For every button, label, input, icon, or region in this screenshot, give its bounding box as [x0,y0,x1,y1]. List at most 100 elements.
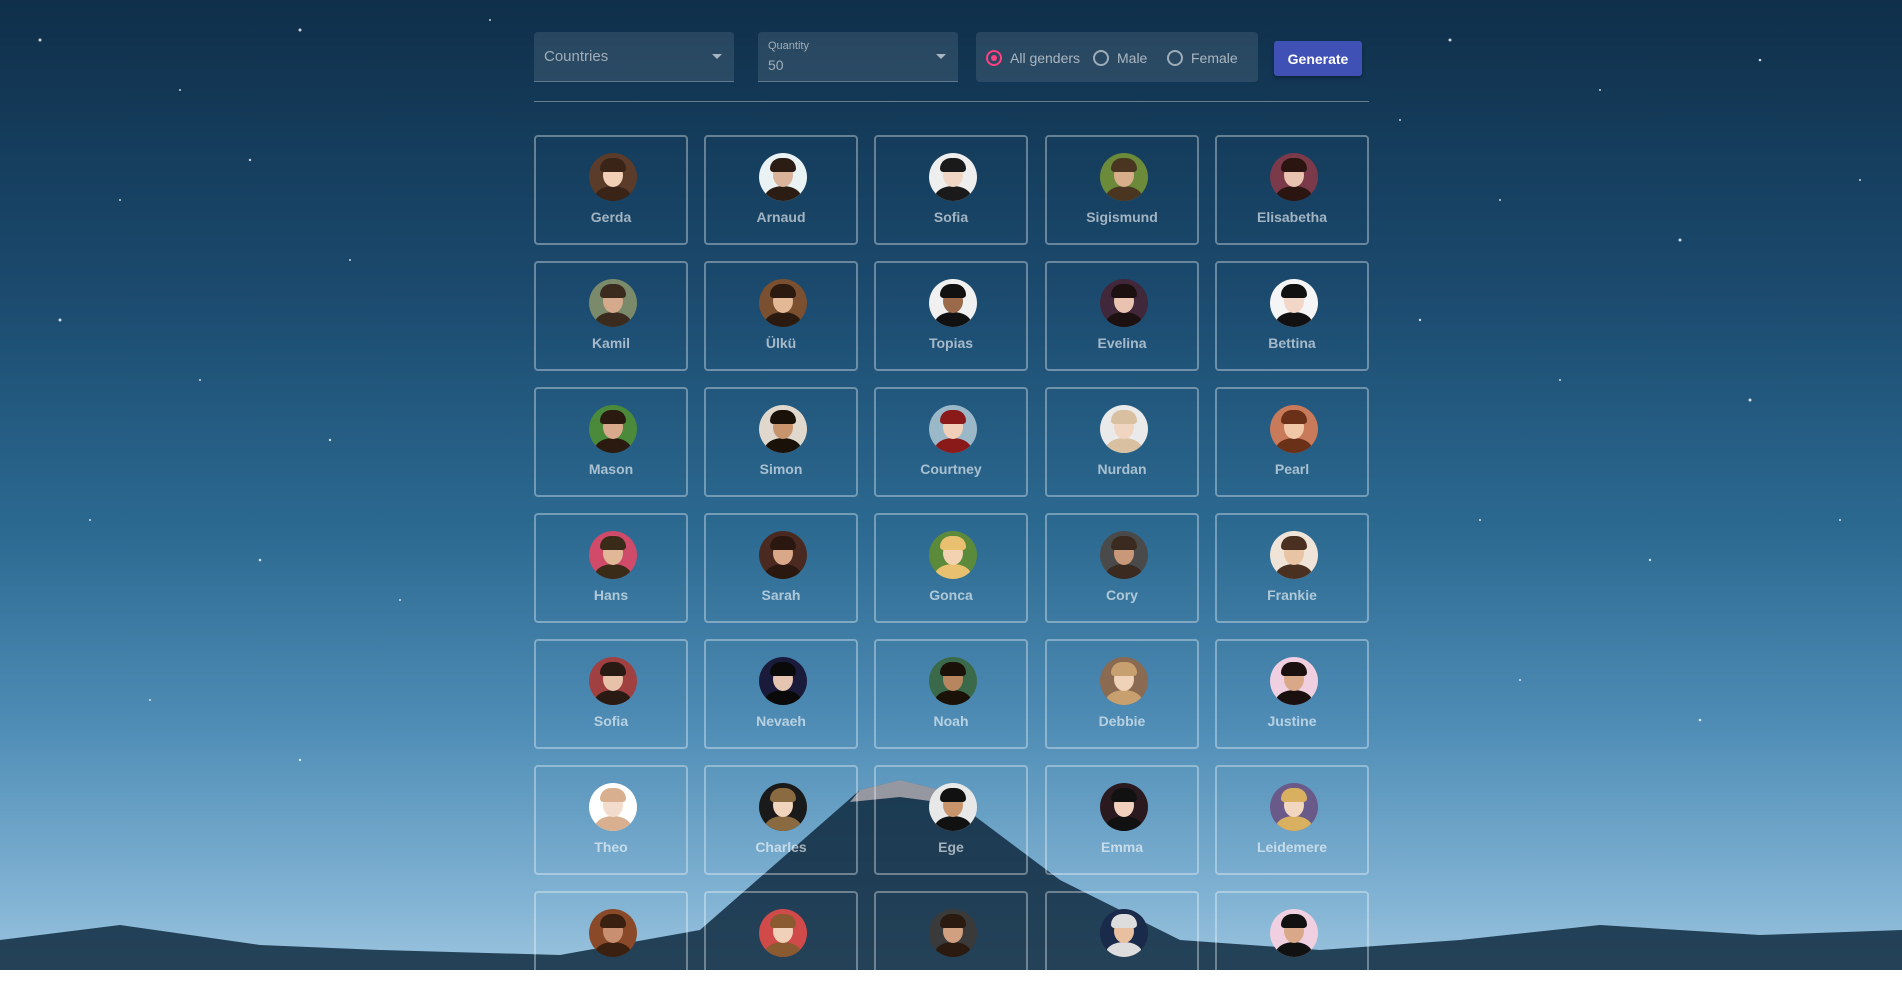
user-name: Leidemere [1256,839,1328,855]
user-name: Pearl [1274,461,1310,477]
avatar [589,783,637,831]
user-card[interactable]: Sofia [534,639,688,749]
radio-unchecked-icon [1167,50,1183,66]
avatar [759,909,807,957]
user-card[interactable]: Simon [704,387,858,497]
user-name: Ege [938,839,964,855]
avatar [589,153,637,201]
avatar [1270,153,1318,201]
user-card[interactable] [534,891,688,1001]
radio-checked-icon [986,50,1002,66]
avatar [1100,531,1148,579]
user-name: Simon [759,461,803,477]
user-name: Justine [1267,713,1317,729]
chevron-down-icon [936,54,946,59]
user-card[interactable]: Kamil [534,261,688,371]
user-name: Courtney [920,461,982,477]
avatar [589,531,637,579]
user-card[interactable]: Leidemere [1215,765,1369,875]
gender-radio-group: All genders Male Female [976,32,1258,82]
user-card[interactable]: Hans [534,513,688,623]
user-card[interactable]: Nurdan [1045,387,1199,497]
user-name: Arnaud [756,209,806,225]
user-name: Mason [588,461,634,477]
radio-unchecked-icon [1093,50,1109,66]
user-card[interactable]: Nevaeh [704,639,858,749]
avatar [1100,783,1148,831]
quantity-select[interactable]: Quantity 50 [758,32,958,82]
avatar [759,153,807,201]
user-card[interactable]: Gonca [874,513,1028,623]
avatar [1100,909,1148,957]
user-name: Sofia [593,713,629,729]
user-name: Cory [1106,587,1138,603]
user-card[interactable]: Debbie [1045,639,1199,749]
avatar [589,279,637,327]
user-name: Sigismund [1086,209,1158,225]
avatar [759,783,807,831]
avatar [929,153,977,201]
user-card[interactable]: Theo [534,765,688,875]
user-card[interactable]: Sofia [874,135,1028,245]
user-card[interactable]: Pearl [1215,387,1369,497]
user-card[interactable]: Arnaud [704,135,858,245]
countries-placeholder: Countries [544,48,609,65]
user-card[interactable]: Elisabetha [1215,135,1369,245]
avatar [759,657,807,705]
countries-select[interactable]: Countries [534,32,734,82]
user-name: Emma [1100,839,1144,855]
user-card[interactable]: Sigismund [1045,135,1199,245]
radio-label: Female [1191,50,1238,66]
user-card[interactable] [1215,891,1369,1001]
user-name: Theo [594,839,628,855]
user-card[interactable]: Charles [704,765,858,875]
user-card[interactable]: Gerda [534,135,688,245]
user-card[interactable]: Emma [1045,765,1199,875]
avatar [929,405,977,453]
avatar [929,657,977,705]
avatar [929,531,977,579]
quantity-value: 50 [768,57,784,73]
user-name: Topias [928,335,974,351]
radio-label: Male [1117,50,1148,66]
user-card[interactable]: Ege [874,765,1028,875]
quantity-label: Quantity [768,40,809,52]
user-card[interactable] [874,891,1028,1001]
avatar [1100,657,1148,705]
user-card[interactable]: Ülkü [704,261,858,371]
user-name: Noah [933,713,969,729]
user-card[interactable]: Justine [1215,639,1369,749]
avatar [1100,153,1148,201]
avatar [589,909,637,957]
user-card[interactable] [1045,891,1199,1001]
avatar [1270,531,1318,579]
user-name: Nurdan [1097,461,1147,477]
radio-label: All genders [1010,50,1081,66]
user-name: Elisabetha [1256,209,1328,225]
avatar [929,909,977,957]
generate-button[interactable]: Generate [1274,41,1362,76]
chevron-down-icon [712,54,722,59]
user-card[interactable]: Mason [534,387,688,497]
avatar [1270,657,1318,705]
user-name: Gonca [929,587,973,603]
user-card[interactable]: Topias [874,261,1028,371]
user-name: Nevaeh [756,713,806,729]
user-name: Gerda [590,209,632,225]
user-card[interactable]: Cory [1045,513,1199,623]
user-card[interactable]: Sarah [704,513,858,623]
user-name: Bettina [1268,335,1316,351]
radio-all-genders[interactable]: All genders [986,48,1080,68]
avatar [759,279,807,327]
user-card[interactable]: Bettina [1215,261,1369,371]
user-name: Evelina [1097,335,1147,351]
user-card[interactable]: Evelina [1045,261,1199,371]
user-name: Frankie [1267,587,1317,603]
user-card[interactable]: Frankie [1215,513,1369,623]
avatar [589,405,637,453]
user-card[interactable]: Courtney [874,387,1028,497]
radio-female[interactable]: Female [1167,48,1238,68]
radio-male[interactable]: Male [1093,48,1147,68]
user-card[interactable] [704,891,858,1001]
user-card[interactable]: Noah [874,639,1028,749]
